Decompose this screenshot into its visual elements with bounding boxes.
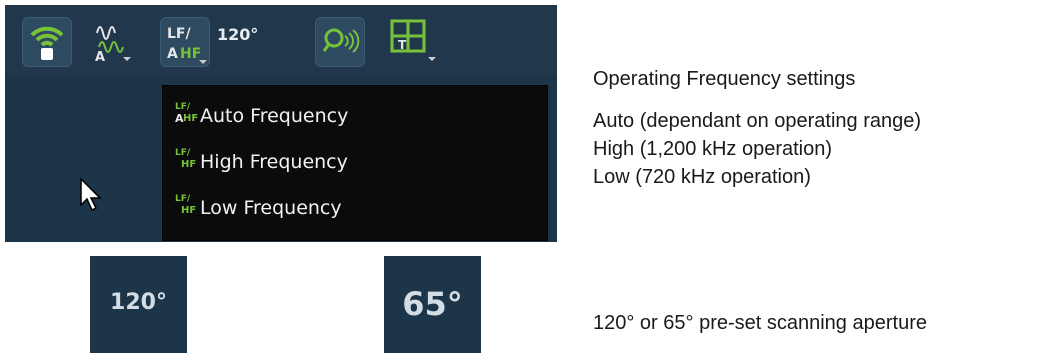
frequency-button[interactable]: LF/ A HF xyxy=(160,17,210,67)
wifi-icon xyxy=(30,26,64,60)
menu-item-label: Low Frequency xyxy=(200,197,342,219)
aperture-120-label: 120° xyxy=(110,290,167,315)
aperture-65-tile: 65° xyxy=(384,256,481,353)
doc-line-auto: Auto (dependant on operating range) xyxy=(593,110,922,132)
freq-icon-top: LF/ xyxy=(167,26,191,42)
doc-line-high: High (1,200 kHz operation) xyxy=(593,138,833,160)
menu-item-high-frequency[interactable]: LF/ HF High Frequency xyxy=(163,142,547,182)
toolbar: A LF/ A HF 120° T xyxy=(5,5,557,75)
menu-item-auto-frequency[interactable]: LF/ A HF Auto Frequency xyxy=(163,96,547,136)
sonar-search-button[interactable] xyxy=(315,17,365,67)
high-frequency-icon: LF/ HF xyxy=(175,148,197,170)
freq-icon-left: A xyxy=(167,46,178,62)
waveform-sub-label: A xyxy=(95,50,105,65)
frequency-icon: LF/ A HF xyxy=(167,26,207,64)
doc-aperture-caption: 120° or 65° pre-set scanning aperture xyxy=(593,312,927,334)
menu-item-low-frequency[interactable]: LF/ HF Low Frequency xyxy=(163,188,547,228)
wifi-button[interactable] xyxy=(22,17,72,67)
freq-icon-right: HF xyxy=(180,46,201,62)
menu-item-label: High Frequency xyxy=(200,151,348,173)
doc-line-low: Low (720 kHz operation) xyxy=(593,166,811,188)
sonar-search-icon xyxy=(322,28,360,53)
sonar-control-panel: A LF/ A HF 120° T LF/ A HF Auto Frequenc… xyxy=(5,5,557,242)
aperture-120-tile: 120° xyxy=(90,256,187,353)
doc-heading: Operating Frequency settings xyxy=(593,68,856,90)
layout-button[interactable]: T xyxy=(388,17,438,65)
svg-text:T: T xyxy=(398,38,407,52)
auto-frequency-icon: LF/ A HF xyxy=(175,102,199,125)
aperture-label[interactable]: 120° xyxy=(217,25,258,44)
low-frequency-icon: LF/ HF xyxy=(175,194,197,216)
aperture-65-label: 65° xyxy=(402,285,463,323)
menu-item-label: Auto Frequency xyxy=(200,105,349,127)
waveform-icon: A xyxy=(95,26,131,65)
frequency-menu: LF/ A HF Auto Frequency LF/ HF High Freq… xyxy=(162,85,548,241)
mouse-pointer-icon xyxy=(80,177,102,212)
waveform-button[interactable]: A xyxy=(85,17,133,65)
grid-layout-icon: T xyxy=(390,19,436,61)
